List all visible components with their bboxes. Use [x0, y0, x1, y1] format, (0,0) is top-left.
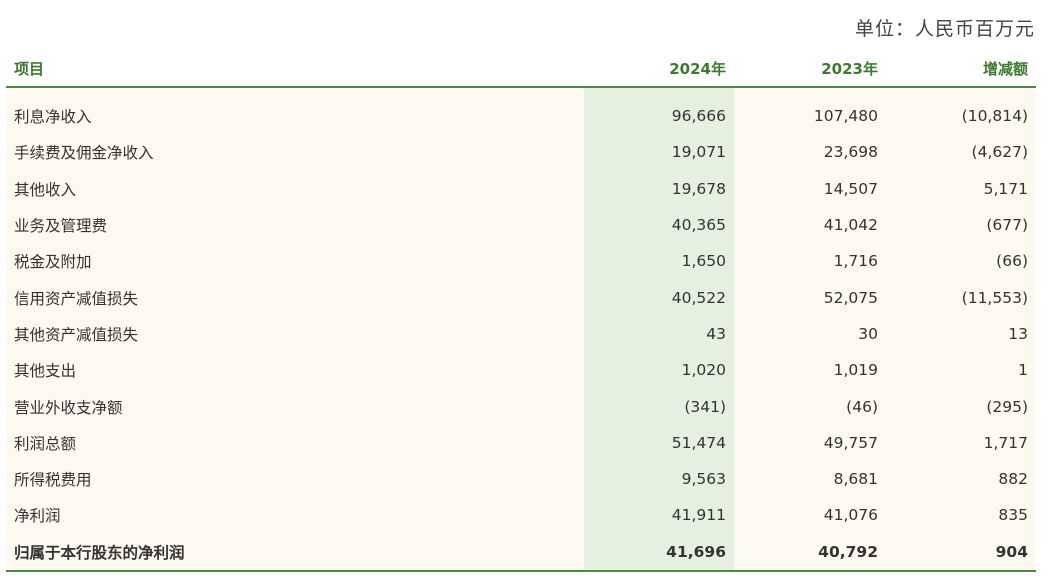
row-2024: 41,911: [584, 497, 734, 534]
row-diff: (66): [886, 243, 1036, 280]
row-2023: 52,075: [734, 279, 886, 316]
table-row: 信用资产减值损失 40,522 52,075 (11,553): [6, 279, 1036, 316]
profit-table-container: 项目 2024年 2023年 增减额 利息净收入 96,666 107,480 …: [6, 50, 1036, 572]
table-row: 营业外收支净额 (341) (46) (295): [6, 388, 1036, 425]
row-item: 利润总额: [6, 424, 584, 461]
row-2023: 1,716: [734, 243, 886, 280]
table-row-total: 归属于本行股东的净利润 41,696 40,792 904: [6, 533, 1036, 572]
row-2023: 41,042: [734, 206, 886, 244]
spacer-cell: [584, 87, 734, 98]
row-2023: 30: [734, 315, 886, 353]
table-row: 业务及管理费 40,365 41,042 (677): [6, 206, 1036, 244]
row-diff: (4,627): [886, 134, 1036, 171]
row-2023: 107,480: [734, 98, 886, 135]
table-row: 税金及附加 1,650 1,716 (66): [6, 243, 1036, 280]
table-row: 手续费及佣金净收入 19,071 23,698 (4,627): [6, 134, 1036, 171]
unit-label: 单位：人民币百万元: [854, 18, 1035, 40]
row-diff: 1: [886, 352, 1036, 389]
header-diff: 增减额: [886, 50, 1036, 88]
row-2024: (341): [584, 388, 734, 425]
header-2024: 2024年: [584, 50, 734, 88]
row-2024: 43: [584, 315, 734, 353]
row-2024: 19,071: [584, 134, 734, 171]
row-diff: 882: [886, 460, 1036, 498]
row-2024: 1,650: [584, 243, 734, 280]
row-item: 营业外收支净额: [6, 388, 584, 425]
table-row: 其他资产减值损失 43 30 13: [6, 315, 1036, 353]
row-diff: 904: [886, 533, 1036, 572]
row-2023: 40,792: [734, 533, 886, 572]
table-spacer-row: [6, 87, 1036, 98]
row-2023: 49,757: [734, 424, 886, 461]
row-item: 信用资产减值损失: [6, 279, 584, 316]
table-row: 其他收入 19,678 14,507 5,171: [6, 170, 1036, 207]
spacer-cell: [6, 87, 584, 98]
row-2023: 23,698: [734, 134, 886, 171]
row-2024: 1,020: [584, 352, 734, 389]
row-2024: 51,474: [584, 424, 734, 461]
row-2023: (46): [734, 388, 886, 425]
row-diff: 835: [886, 497, 1036, 534]
table-row: 其他支出 1,020 1,019 1: [6, 352, 1036, 389]
row-item: 利息净收入: [6, 98, 584, 135]
profit-table: 项目 2024年 2023年 增减额 利息净收入 96,666 107,480 …: [6, 50, 1036, 572]
row-diff: (11,553): [886, 279, 1036, 316]
row-diff: 1,717: [886, 424, 1036, 461]
row-diff: 13: [886, 315, 1036, 353]
row-diff: (295): [886, 388, 1036, 425]
row-2023: 8,681: [734, 460, 886, 498]
table-row: 净利润 41,911 41,076 835: [6, 497, 1036, 534]
row-2023: 14,507: [734, 170, 886, 207]
row-2024: 19,678: [584, 170, 734, 207]
row-2023: 1,019: [734, 352, 886, 389]
table-row: 利润总额 51,474 49,757 1,717: [6, 424, 1036, 461]
row-item: 归属于本行股东的净利润: [6, 533, 584, 572]
row-item: 其他支出: [6, 352, 584, 389]
spacer-cell: [886, 87, 1036, 98]
row-2024: 41,696: [584, 533, 734, 572]
row-diff: (677): [886, 206, 1036, 244]
row-2024: 40,522: [584, 279, 734, 316]
row-item: 所得税费用: [6, 460, 584, 498]
row-item: 税金及附加: [6, 243, 584, 280]
row-item: 业务及管理费: [6, 206, 584, 244]
table-row: 所得税费用 9,563 8,681 882: [6, 460, 1036, 498]
row-2024: 9,563: [584, 460, 734, 498]
table-row: 利息净收入 96,666 107,480 (10,814): [6, 98, 1036, 135]
row-2024: 40,365: [584, 206, 734, 244]
row-item: 净利润: [6, 497, 584, 534]
table-header-row: 项目 2024年 2023年 增减额: [6, 50, 1036, 88]
row-item: 手续费及佣金净收入: [6, 134, 584, 171]
row-item: 其他资产减值损失: [6, 315, 584, 353]
spacer-cell: [734, 87, 886, 98]
row-diff: 5,171: [886, 170, 1036, 207]
row-2024: 96,666: [584, 98, 734, 135]
row-item: 其他收入: [6, 170, 584, 207]
header-item: 项目: [6, 50, 584, 88]
row-diff: (10,814): [886, 98, 1036, 135]
header-2023: 2023年: [734, 50, 886, 88]
row-2023: 41,076: [734, 497, 886, 534]
